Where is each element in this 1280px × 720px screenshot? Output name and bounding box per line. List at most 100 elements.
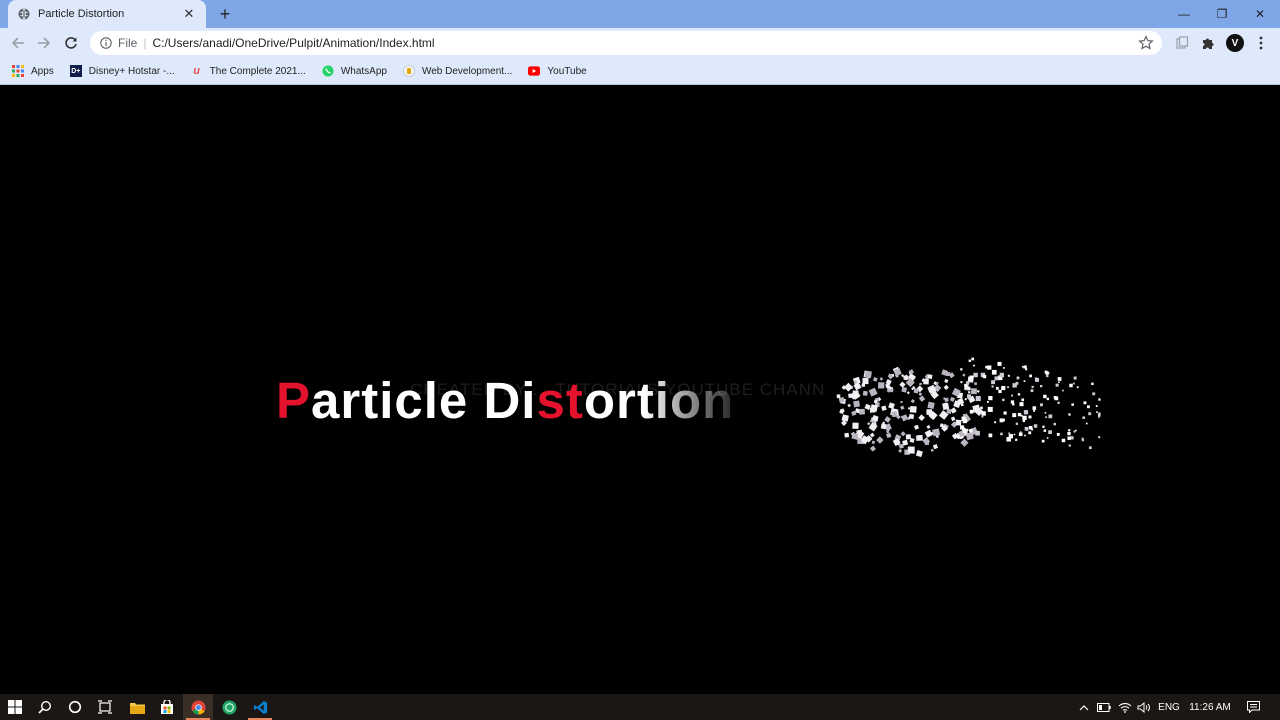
taskbar-file-explorer[interactable] [122,694,152,720]
back-button[interactable] [8,33,28,53]
particle [1086,405,1090,409]
particle [1055,383,1059,387]
language-indicator[interactable]: ENG [1156,694,1182,720]
particle [927,401,935,410]
particle [987,406,993,412]
particle [1016,376,1020,380]
taskbar-vscode[interactable] [245,694,275,720]
url-text[interactable]: C:/Users/anadi/OneDrive/Pulpit/Animation… [152,36,434,50]
particle [1075,429,1077,432]
particle [908,413,915,420]
bookmark-hotstar[interactable]: D+ Disney+ Hotstar -... [69,65,175,77]
particle [1098,436,1101,439]
taskbar-chrome[interactable] [183,694,213,720]
particle [898,448,903,453]
particle [1045,371,1049,375]
particle [1033,409,1036,412]
particle [878,382,885,389]
window-close-button[interactable]: ✕ [1242,0,1278,28]
particle [973,381,978,386]
particle [949,396,956,403]
particle [869,407,876,413]
particle [1032,406,1037,410]
particle [900,405,905,410]
bookmark-star-icon[interactable] [1138,35,1154,51]
minimize-button[interactable]: — [1166,0,1202,28]
task-view-button[interactable] [90,694,120,720]
address-bar[interactable]: File | C:/Users/anadi/OneDrive/Pulpit/An… [90,31,1162,55]
particle [982,374,987,379]
chrome-menu-button[interactable] [1252,34,1270,52]
taskbar-store[interactable] [152,694,182,720]
particle [1057,401,1060,404]
particle [900,400,903,404]
bookmark-web-development[interactable]: Web Development... [403,65,512,77]
particle [969,375,974,380]
particle [884,416,891,423]
bookmark-youtube[interactable]: YouTube [528,65,587,77]
particle [1048,414,1053,419]
apps-grid-icon [12,65,24,77]
particle [864,370,872,379]
particle [880,423,887,430]
particle [1008,432,1011,435]
reload-button[interactable] [61,33,81,53]
bookmark-apps[interactable]: Apps [12,65,54,77]
start-button[interactable] [0,694,30,720]
particle [960,368,963,371]
particle [1010,400,1015,404]
profile-avatar[interactable]: V [1226,34,1244,52]
particle [1022,419,1026,423]
wifi-icon[interactable] [1117,694,1133,720]
particle [918,414,925,422]
particle [1097,413,1101,417]
particle [853,400,860,408]
volume-icon[interactable] [1136,694,1152,720]
tab-particle-distortion[interactable]: Particle Distortion ✕ [8,0,206,28]
bookmark-whatsapp[interactable]: WhatsApp [322,65,387,77]
particle [1046,374,1049,378]
particle [960,399,963,402]
particle [901,414,909,422]
particle [962,430,965,433]
taskbar-browser-app[interactable] [214,694,244,720]
udemy-icon: u [193,65,201,77]
particle [917,434,923,441]
particle [994,376,999,381]
particle [991,380,996,385]
particle [1081,437,1084,440]
particle [971,357,975,361]
search-button[interactable] [30,694,60,720]
particle [1043,394,1047,399]
particle [871,440,875,444]
url-scheme: File [118,36,138,50]
new-tab-button[interactable]: + [216,4,234,24]
battery-icon[interactable] [1096,694,1112,720]
clock[interactable]: 11:26 AM [1186,694,1234,720]
bookmark-udemy[interactable]: u The Complete 2021... [191,65,306,77]
particle [1022,415,1027,421]
notifications-button[interactable] [1244,694,1262,720]
particle [997,361,1002,366]
cortana-button[interactable] [60,694,90,720]
forward-button[interactable] [34,33,54,53]
particle [1024,427,1029,431]
particle [852,422,859,429]
particle [1053,396,1057,399]
bookmark-label: WhatsApp [340,65,387,77]
extension-icon[interactable] [1173,34,1191,52]
particle [1062,389,1064,392]
particle [886,430,890,434]
particle [968,359,971,362]
particle [918,392,923,396]
browser-toolbar: File | C:/Users/anadi/OneDrive/Pulpit/An… [0,28,1280,58]
particle [973,372,978,378]
particle [960,425,965,430]
particle [1091,382,1094,386]
extensions-puzzle-button[interactable] [1199,34,1217,52]
tab-close-icon[interactable]: ✕ [182,6,196,22]
particle [926,409,933,415]
cortana-circle-icon [68,700,82,714]
maximize-button[interactable]: ❐ [1204,0,1240,28]
tray-chevron-up-icon[interactable] [1076,694,1092,720]
